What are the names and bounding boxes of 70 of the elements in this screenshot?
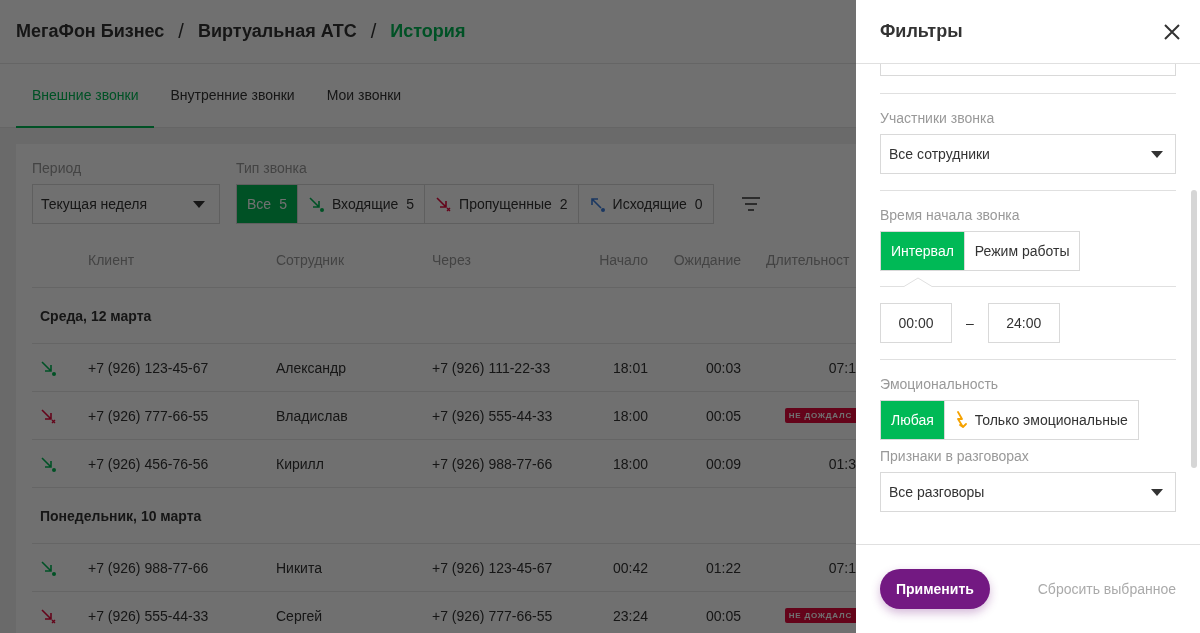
- incoming-call-icon: [40, 359, 56, 376]
- tab[interactable]: Внешние звонки: [16, 64, 155, 128]
- time-from-field[interactable]: 00:00: [880, 303, 952, 343]
- table-cell: 00:03: [705, 359, 741, 376]
- missed-call-icon: [435, 196, 452, 212]
- table-cell: 18:00: [612, 407, 648, 424]
- table-cell: 07:1: [828, 359, 856, 376]
- reset-link[interactable]: Сбросить выбранное: [1037, 581, 1176, 597]
- table-cell: +7 (926) 555-44-33: [432, 407, 553, 424]
- table-cell: 18:01: [612, 359, 648, 376]
- table-cell: +7 (926) 777-66-55: [88, 407, 209, 424]
- tab[interactable]: Внутренние звонки: [154, 64, 311, 128]
- participants-select[interactable]: Все сотрудники: [880, 134, 1176, 174]
- breadcrumb-separator: /: [370, 20, 377, 43]
- table-cell: +7 (926) 988-77-66: [432, 455, 553, 472]
- scrollbar[interactable]: [1191, 190, 1197, 468]
- caret-icon: [193, 200, 205, 208]
- table-cell: Владислав: [276, 407, 348, 424]
- table-cell: Сергей: [276, 607, 323, 624]
- breadcrumb-item[interactable]: История: [390, 21, 466, 42]
- date-heading: Среда, 12 марта: [40, 307, 152, 324]
- missed-call-icon: [40, 407, 56, 424]
- call-type-option[interactable]: Все 5: [237, 185, 298, 223]
- date-heading: Понедельник, 10 марта: [40, 507, 202, 524]
- caret-icon: [1151, 150, 1163, 158]
- table-cell: 00:05: [705, 607, 741, 624]
- table-cell: Кирилл: [276, 455, 324, 472]
- tab[interactable]: Мои звонки: [310, 64, 418, 128]
- emotion-option[interactable]: Любая: [881, 401, 945, 439]
- caret-icon: [1151, 488, 1163, 496]
- drawer-title: Фильтры: [880, 21, 963, 42]
- lightning-icon: [954, 411, 967, 429]
- incoming-call-icon: [40, 559, 56, 576]
- breadcrumb-item[interactable]: Виртуальная АТС: [197, 21, 357, 42]
- period-select[interactable]: Текущая неделя: [32, 184, 220, 224]
- table-cell: +7 (926) 123-45-67: [88, 359, 209, 376]
- table-cell: +7 (926) 123-45-67: [432, 559, 553, 576]
- filter-icon[interactable]: [741, 197, 760, 211]
- field-label: Время начала звонка: [880, 207, 1021, 223]
- breadcrumb-item[interactable]: МегаФон Бизнес: [16, 21, 165, 42]
- table-cell: Никита: [276, 559, 322, 576]
- table-cell: 07:1: [828, 559, 856, 576]
- table-cell: +7 (926) 777-66-55: [432, 607, 553, 624]
- table-cell: +7 (926) 111-22-33: [432, 359, 551, 376]
- time-mode-option[interactable]: Интервал: [881, 232, 965, 270]
- field-label: Признаки в разговорах: [880, 448, 1030, 464]
- signs-select[interactable]: Все разговоры: [880, 472, 1176, 512]
- time-to-field[interactable]: 24:00: [987, 303, 1060, 343]
- table-cell: 00:05: [705, 407, 741, 424]
- outgoing-call-icon: [588, 196, 605, 212]
- table-cell: 01:3: [828, 455, 856, 472]
- apply-button[interactable]: Применить: [880, 569, 990, 609]
- status-badge: НЕ ДОЖДАЛС: [784, 408, 856, 423]
- table-cell: +7 (926) 988-77-66: [88, 559, 209, 576]
- range-dash: –: [966, 315, 974, 331]
- incoming-call-icon: [40, 455, 56, 472]
- field-label: Эмоциональность: [880, 376, 1000, 392]
- table-cell: 18:00: [612, 455, 648, 472]
- table-cell: 23:24: [612, 607, 648, 624]
- incoming-call-icon: [307, 196, 324, 212]
- missed-call-icon: [40, 607, 56, 624]
- status-badge: НЕ ДОЖДАЛС: [784, 608, 856, 623]
- breadcrumb-separator: /: [178, 20, 184, 43]
- table-cell: Александр: [276, 359, 347, 376]
- table-cell: 00:42: [612, 559, 648, 576]
- table-cell: 01:22: [705, 559, 741, 576]
- table-cell: +7 (926) 456-76-56: [88, 455, 209, 472]
- table-cell: 00:09: [705, 455, 741, 472]
- table-cell: +7 (926) 555-44-33: [88, 607, 209, 624]
- field-label: Участники звонка: [880, 110, 996, 126]
